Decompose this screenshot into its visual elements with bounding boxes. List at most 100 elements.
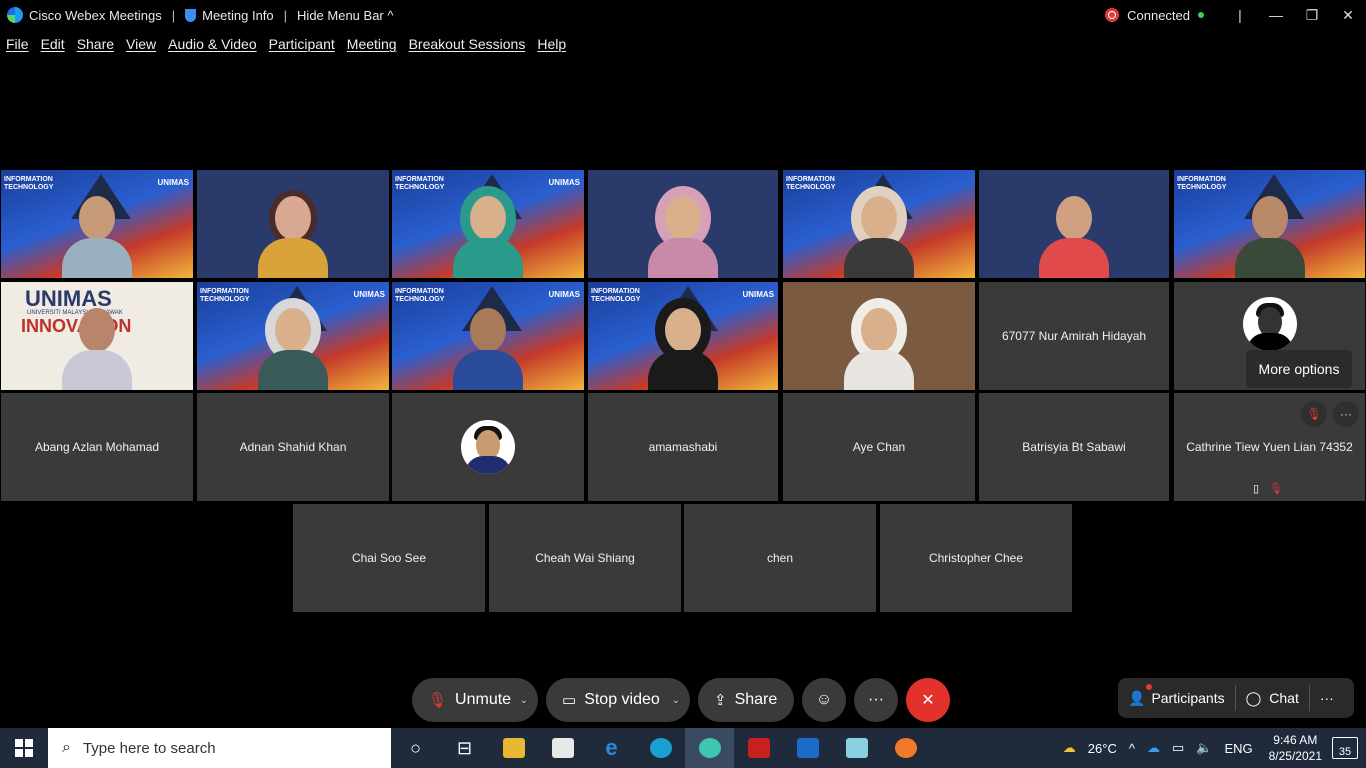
video-tile[interactable]: INFORMATION TECHNOLOGY UNIMAS [197, 282, 389, 390]
chevron-up-icon[interactable]: ^ [1129, 741, 1135, 756]
edge-icon[interactable] [636, 728, 685, 768]
video-tile[interactable] [197, 170, 389, 278]
participant-video [453, 188, 523, 278]
menu-participant[interactable]: Participant [269, 36, 335, 56]
system-tray: ☁ 26°C ^ ☁ ▭ 🔈 ENG 9:46 AM 8/25/2021 35 [1057, 728, 1366, 768]
notifications-icon[interactable]: 35 [1332, 737, 1358, 759]
webex-taskbar-icon[interactable] [685, 728, 734, 768]
unmute-button[interactable]: 🎙 Unmute ⌄ [412, 678, 538, 722]
menu-view[interactable]: View [126, 36, 156, 56]
cortana-icon[interactable]: ○ [391, 728, 440, 768]
minimize-icon[interactable]: — [1261, 7, 1291, 23]
share-button[interactable]: ⇪ Share [698, 678, 794, 722]
store-icon[interactable] [538, 728, 587, 768]
more-options-tooltip: More options [1246, 350, 1352, 388]
internet-explorer-icon[interactable]: e [587, 728, 636, 768]
video-tile[interactable] [783, 282, 975, 390]
participant-name: Batrisyia Bt Sabawi [1022, 440, 1126, 454]
participant-video [62, 188, 132, 278]
participant-tile[interactable]: Adnan Shahid Khan [197, 393, 389, 501]
close-icon: ✕ [921, 692, 935, 709]
ellipsis-icon: ··· [1319, 690, 1334, 706]
participant-tile[interactable]: 67077 Nur Amirah Hidayah [979, 282, 1169, 390]
chat-button[interactable]: ◯ Chat [1236, 678, 1309, 718]
participant-tile[interactable]: amamashabi [588, 393, 778, 501]
notepad-icon[interactable] [832, 728, 881, 768]
taskbar-search[interactable]: ⌕ Type here to search [48, 728, 391, 768]
outlook-icon[interactable] [783, 728, 832, 768]
meeting-info-button[interactable]: Meeting Info [202, 8, 274, 23]
video-tile[interactable]: UNIMAS UNIVERSITI MALAYSIA SARAWAK INNOV… [1, 282, 193, 390]
chevron-down-icon[interactable]: ⌄ [520, 695, 528, 706]
app-title: Cisco Webex Meetings [29, 7, 162, 23]
more-options-button[interactable]: ··· [854, 678, 898, 722]
camera-icon: ▭ [562, 692, 577, 709]
participant-name: Adnan Shahid Khan [239, 440, 347, 454]
task-view-icon[interactable]: ⊟ [440, 728, 489, 768]
participant-tile[interactable]: Aye Chan [783, 393, 975, 501]
participant-tile[interactable]: Cheah Wai Shiang [489, 504, 681, 612]
end-meeting-button[interactable]: ✕ [906, 678, 950, 722]
onedrive-icon[interactable]: ☁ [1147, 740, 1160, 756]
separator: | [1238, 7, 1242, 23]
video-tile[interactable] [588, 170, 778, 278]
participant-video [258, 300, 328, 390]
participant-name: Cheah Wai Shiang [535, 551, 635, 565]
participant-tile[interactable]: Christopher Chee [880, 504, 1072, 612]
restore-icon[interactable]: ❐ [1297, 7, 1327, 24]
video-tile[interactable]: INFORMATION TECHNOLOGY UNIMAS [392, 282, 584, 390]
participant-name: Christopher Chee [928, 551, 1024, 565]
start-button[interactable] [0, 728, 48, 768]
participant-tile[interactable]: Cathrine Tiew Yuen Lian 74352 🎙 ··· ▯ 🎙 [1174, 393, 1365, 501]
menu-file[interactable]: File [6, 36, 29, 56]
menu-share[interactable]: Share [77, 36, 114, 56]
participants-button[interactable]: 👤 Participants [1118, 678, 1235, 718]
reactions-button[interactable]: ☺ [802, 678, 846, 722]
mute-participant-icon[interactable]: 🎙 [1301, 401, 1327, 427]
participant-tile[interactable]: Batrisyia Bt Sabawi [979, 393, 1169, 501]
video-tile[interactable]: INFORMATION TECHNOLOGY UNIMAS [392, 170, 584, 278]
file-explorer-icon[interactable] [489, 728, 538, 768]
participant-video [844, 188, 914, 278]
firefox-icon[interactable] [881, 728, 930, 768]
hide-menu-bar-button[interactable]: Hide Menu Bar ^ [297, 8, 393, 23]
participant-tile[interactable]: Chai Soo See [293, 504, 485, 612]
video-tile[interactable]: INFORMATION TECHNOLOGY [783, 170, 975, 278]
meeting-controls: 🎙 Unmute ⌄ ▭ Stop video ⌄ ⇪ Share ☺ ··· … [0, 678, 1366, 722]
weather-icon[interactable]: ☁ [1063, 740, 1076, 756]
video-tile[interactable]: INFORMATION TECHNOLOGY [1174, 170, 1365, 278]
language-indicator[interactable]: ENG [1224, 741, 1252, 756]
weather-temp[interactable]: 26°C [1088, 741, 1117, 756]
menu-help[interactable]: Help [537, 36, 566, 56]
participant-tile[interactable]: Abang Azlan Mohamad [1, 393, 193, 501]
shield-icon [185, 8, 197, 22]
menu-breakout-sessions[interactable]: Breakout Sessions [409, 36, 526, 56]
chevron-down-icon[interactable]: ⌄ [672, 695, 680, 706]
participant-video [844, 300, 914, 390]
close-icon[interactable]: ✕ [1333, 7, 1363, 24]
menu-edit[interactable]: Edit [41, 36, 65, 56]
video-tile[interactable] [979, 170, 1169, 278]
muted-mic-icon: 🎙 [1269, 483, 1283, 495]
smiley-icon: ☺ [815, 691, 833, 708]
chat-bubble-icon: ◯ [1245, 689, 1262, 706]
participant-video [1234, 188, 1305, 278]
more-panels-button[interactable]: ··· [1310, 678, 1344, 718]
clock[interactable]: 9:46 AM 8/25/2021 [1269, 732, 1322, 764]
participant-name: Abang Azlan Mohamad [34, 440, 160, 454]
stop-video-button[interactable]: ▭ Stop video ⌄ [546, 678, 690, 722]
network-icon[interactable]: ▭ [1172, 740, 1184, 756]
more-options-button[interactable]: ··· [1333, 401, 1359, 427]
menu-audio-video[interactable]: Audio & Video [168, 36, 256, 56]
volume-icon[interactable]: 🔈 [1196, 740, 1212, 756]
menu-meeting[interactable]: Meeting [347, 36, 397, 56]
participant-name: chen [766, 551, 794, 565]
acrobat-icon[interactable] [734, 728, 783, 768]
title-bar: Cisco Webex Meetings | Meeting Info | Hi… [0, 0, 1366, 30]
video-tile[interactable]: INFORMATION TECHNOLOGY UNIMAS [588, 282, 778, 390]
connected-dot-icon [1198, 12, 1204, 18]
share-icon: ⇪ [714, 692, 727, 709]
participant-tile[interactable]: chen [684, 504, 876, 612]
video-tile[interactable]: INFORMATION TECHNOLOGY UNIMAS [1, 170, 193, 278]
participant-tile[interactable] [392, 393, 584, 501]
